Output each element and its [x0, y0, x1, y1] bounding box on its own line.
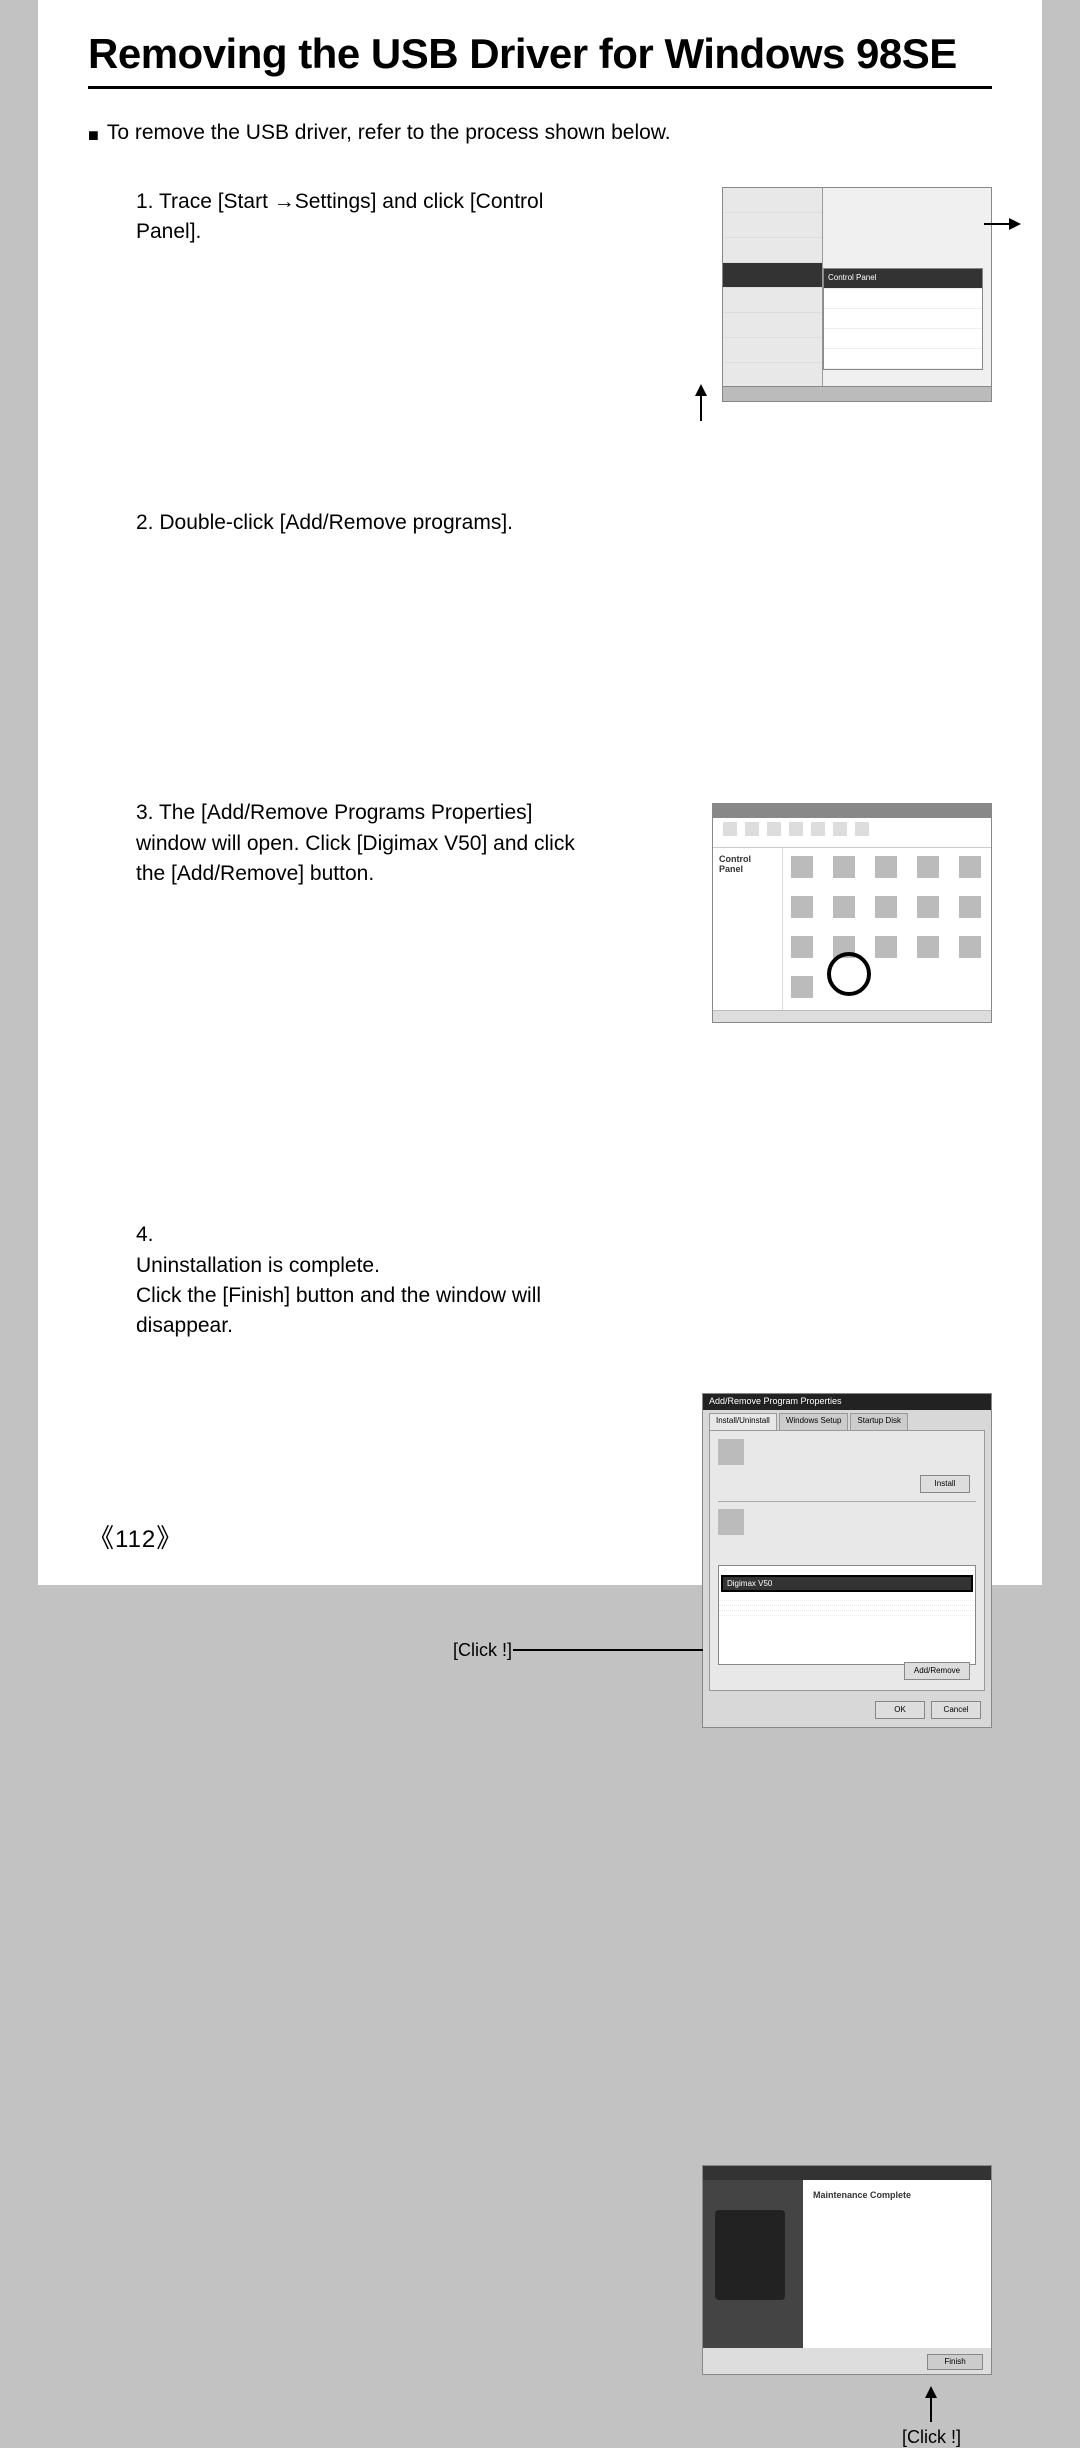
- settings-submenu: Control Panel: [823, 268, 983, 370]
- figure-finish-wizard: Maintenance Complete Finish [Click !]: [702, 2165, 992, 2375]
- dialog-tabs: Install/Uninstall Windows Setup Startup …: [703, 1410, 991, 1430]
- dialog-titlebar: Add/Remove Program Properties: [703, 1394, 991, 1410]
- cp-icon: [791, 936, 813, 958]
- programs-listbox: Digimax V50: [718, 1565, 976, 1665]
- taskbar: [723, 386, 991, 401]
- cancel-button: Cancel: [931, 1701, 981, 1719]
- wizard-button-row: Finish: [927, 2354, 983, 2370]
- arrow-right-icon: →: [274, 190, 295, 213]
- submenu-item: [824, 329, 982, 349]
- cp-icon: [959, 896, 981, 918]
- arrow-right-line: [984, 223, 1009, 225]
- cp-icon: [791, 896, 813, 918]
- manual-page: Removing the USB Driver for Windows 98SE…: [38, 0, 1042, 1585]
- step-4-body: Uninstallation is complete. Click the [F…: [136, 1254, 541, 1338]
- start-menu-column: [723, 188, 823, 388]
- bracket-right-icon: 》: [156, 1524, 183, 1553]
- highlight-circle-icon: [827, 952, 871, 996]
- step-1-part-a: Trace [Start: [159, 190, 274, 213]
- bracket-left-icon: 《: [88, 1524, 115, 1553]
- step-3-number: 3.: [136, 801, 154, 824]
- steps-container: 1. Trace [Start →Settings] and click [Co…: [88, 187, 992, 1342]
- step-4-number: 4.: [136, 1223, 154, 1246]
- finish-button: Finish: [927, 2354, 983, 2370]
- cp-icon: [875, 896, 897, 918]
- bullet-icon: ■: [88, 121, 99, 147]
- disk-icon: [718, 1439, 744, 1465]
- install-button: Install: [920, 1475, 970, 1493]
- add-remove-button: Add/Remove: [904, 1662, 970, 1680]
- figure-add-remove-properties: Add/Remove Program Properties Install/Un…: [702, 1393, 992, 1728]
- start-menu-item: [723, 313, 822, 338]
- cp-icon: [791, 976, 813, 998]
- step-1-number: 1.: [136, 190, 154, 213]
- list-item: [719, 1566, 975, 1571]
- step-2-number: 2.: [136, 511, 154, 534]
- step-2-text: 2. Double-click [Add/Remove programs].: [88, 508, 578, 538]
- remove-row: [718, 1509, 976, 1535]
- page-title: Removing the USB Driver for Windows 98SE: [88, 30, 992, 89]
- arrow-right-icon: [1009, 218, 1021, 230]
- click-callout-1: [Click !]: [453, 1640, 512, 1661]
- step-2: 2. Double-click [Add/Remove programs]. C…: [88, 508, 992, 538]
- step-3: 3. The [Add/Remove Programs Properties] …: [88, 798, 992, 889]
- monitor-icon: [715, 2210, 785, 2300]
- arrow-up-line: [700, 396, 702, 421]
- dialog-panel: Install Digimax V50 Add/Remove: [709, 1430, 985, 1691]
- arrow-up-line: [930, 2398, 932, 2422]
- callout-line: [513, 1649, 703, 1651]
- submenu-control-panel: Control Panel: [824, 269, 982, 289]
- start-menu-item: [723, 238, 822, 263]
- step-2-body: Double-click [Add/Remove programs].: [159, 511, 513, 534]
- step-1-text: 1. Trace [Start →Settings] and click [Co…: [88, 187, 578, 248]
- cp-icon: [875, 936, 897, 958]
- cp-icon: [959, 936, 981, 958]
- cp-icon: [833, 896, 855, 918]
- ok-button: OK: [875, 1701, 925, 1719]
- arrow-up-icon: [695, 384, 707, 396]
- disk-icon: [718, 1509, 744, 1535]
- wizard-right-panel: Maintenance Complete: [803, 2180, 991, 2348]
- step-3-text: 3. The [Add/Remove Programs Properties] …: [88, 798, 578, 889]
- step-1: 1. Trace [Start →Settings] and click [Co…: [88, 187, 992, 248]
- page-number: 《112》: [88, 1518, 183, 1555]
- wizard-heading: Maintenance Complete: [813, 2190, 981, 2200]
- start-menu-item: [723, 213, 822, 238]
- intro-text: To remove the USB driver, refer to the p…: [107, 121, 671, 145]
- tab-windows-setup: Windows Setup: [779, 1413, 849, 1430]
- divider: [718, 1501, 976, 1502]
- dialog-buttons: OK Cancel: [875, 1701, 981, 1719]
- tab-startup-disk: Startup Disk: [850, 1413, 908, 1430]
- cp-icon: [917, 896, 939, 918]
- submenu-item: [824, 289, 982, 309]
- status-bar: [713, 1010, 991, 1022]
- install-row: [718, 1439, 976, 1479]
- list-item: [719, 1611, 975, 1616]
- page-number-value: 112: [115, 1526, 156, 1553]
- start-menu-item: [723, 338, 822, 363]
- step-4: 4. Uninstallation is complete. Click the…: [88, 1190, 992, 1342]
- arrow-up-icon: [925, 2386, 937, 2398]
- wizard-titlebar: [703, 2166, 991, 2180]
- start-menu-item: [723, 188, 822, 213]
- click-callout-2: [Click !]: [902, 2427, 961, 2448]
- intro-line: ■ To remove the USB driver, refer to the…: [88, 121, 992, 147]
- submenu-item: [824, 309, 982, 329]
- wizard-left-graphic: [703, 2180, 803, 2348]
- step-4-text: 4. Uninstallation is complete. Click the…: [88, 1190, 578, 1342]
- list-item-selected: Digimax V50: [721, 1575, 973, 1592]
- start-menu-settings: [723, 263, 822, 288]
- tab-install-uninstall: Install/Uninstall: [709, 1413, 777, 1430]
- cp-icon: [917, 936, 939, 958]
- start-menu-item: [723, 288, 822, 313]
- figure-start-menu: Control Panel: [722, 187, 992, 402]
- step-3-body: The [Add/Remove Programs Properties] win…: [136, 801, 575, 885]
- submenu-item: [824, 349, 982, 369]
